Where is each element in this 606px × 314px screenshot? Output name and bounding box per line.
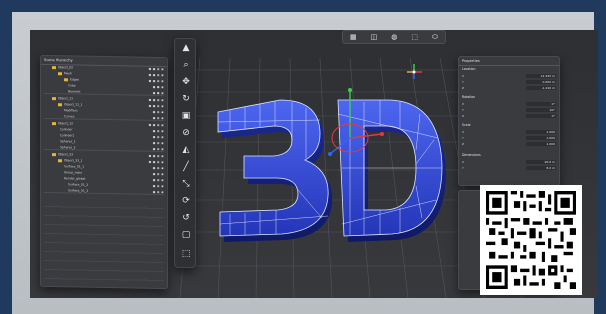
zoom-tool-icon[interactable]: ⌕ [179,58,193,72]
folder-icon [52,152,56,156]
properties-panel: Properties Location X 12.345 m Y 0.000 m Z… [458,56,560,186]
folder-icon [52,121,56,125]
scene-hierarchy-panel: Scene Hierarchy Object_02 ● ● ◉ ◉ Mesh ● ●… [40,54,168,290]
prop-row[interactable]: X 20.6 m [462,159,556,164]
folder-icon [58,102,62,106]
prop-row[interactable]: Z 1.000 [462,141,556,146]
rotate-tool-icon[interactable]: ↻ [179,92,193,106]
properties-title: Properties [459,57,559,66]
folder-icon [58,71,62,75]
prop-row[interactable]: X 1.000 [462,129,556,134]
prop-row[interactable]: X 12.345 m [462,73,556,78]
scene-tree: Object_02 ● ● ◉ ◉ Mesh ● ● ◉ ◉ Edges ● ● ◉ … [41,64,167,288]
frame-view-icon[interactable]: ⬚ [411,33,418,41]
line-tool-icon[interactable]: ╱ [179,160,193,174]
section-dimensions: Dimensions [462,153,481,157]
hide-tool-icon[interactable]: ⊘ [179,126,193,140]
prop-row[interactable]: Y 0.000 m [462,79,556,84]
scale-tool-icon[interactable]: ⤡ [179,177,193,191]
folder-icon [52,96,56,100]
folder-icon [58,158,62,162]
prop-row[interactable]: Z 0° [462,113,556,118]
box-tool-icon[interactable]: ▢ [179,228,193,242]
prop-row[interactable]: Y 8.2 m [462,165,556,170]
grid-view-icon[interactable]: ▦ [350,33,357,41]
redo-tool-icon[interactable]: ⟳ [179,194,193,208]
view-toolbar: ▦ ◫ ◍ ⬚ ⬭ [342,30,446,44]
camera-icon[interactable]: ⬭ [432,33,438,41]
primitive-tool-icon[interactable]: ◭ [179,143,193,157]
section-scale: Scale [462,123,471,127]
snap-tool-icon[interactable]: ⬚ [179,247,193,261]
section-location: Location [462,67,476,71]
prop-row[interactable]: Y 1.000 [462,135,556,140]
split-view-icon[interactable]: ◫ [371,33,378,41]
qr-code-image [486,191,576,289]
shading-icon[interactable]: ◍ [391,33,397,41]
frame-tool-icon[interactable]: ▣ [179,109,193,123]
empty-rows [44,197,164,287]
prop-row[interactable]: X 0° [462,101,556,106]
folder-icon [64,77,68,81]
qr-code [480,185,582,295]
prop-row[interactable]: Y 90° [462,107,556,112]
select-tool-icon[interactable]: ▲ [179,41,193,55]
undo-tool-icon[interactable]: ↺ [179,211,193,225]
tool-palette: ▲ ⌕ ✥ ↻ ▣ ⊘ ◭ ╱ ⤡ ⟳ ↺ ▢ ⬚ [174,38,196,268]
prop-row[interactable]: Z -1.240 m [462,85,556,90]
move-tool-icon[interactable]: ✥ [179,75,193,89]
section-rotation: Rotation [462,95,476,99]
folder-icon [52,65,56,69]
tree-item[interactable]: Surface_01_3 ● ◉ ◉ [44,186,164,196]
